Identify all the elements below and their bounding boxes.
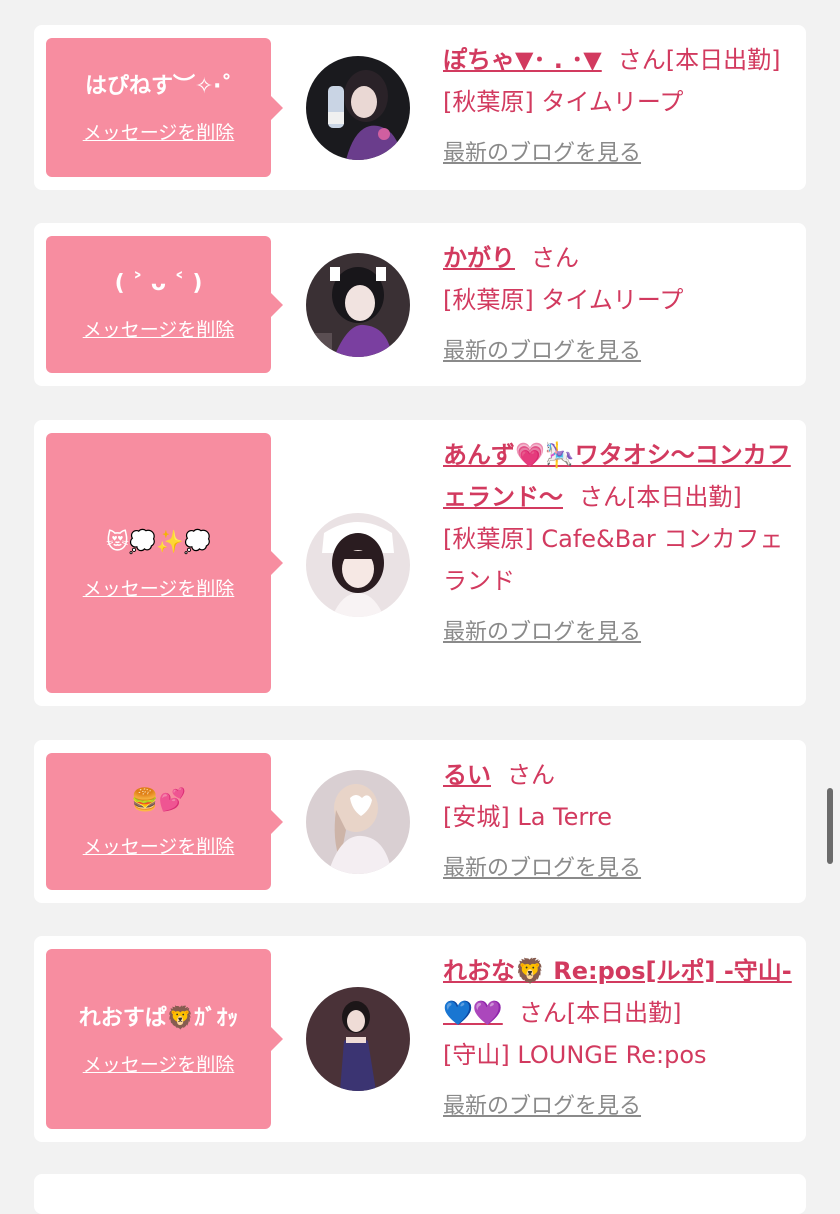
cast-name-line: れおな🦁 Re:pos[ルポ] -守山-💙💜 さん[本日出勤] <box>443 950 793 1034</box>
message-card: 😻💭✨💭 メッセージを削除 あんず💗🎠ワタオシ〜コンカフェランド〜 さん[本日出勤… <box>34 420 806 706</box>
avatar[interactable] <box>306 513 410 617</box>
view-latest-blog-link[interactable]: 最新のブログを見る <box>443 335 641 369</box>
message-card: 🍔💕 メッセージを削除 るい さん [安城] La Terre 最新のブログを見る <box>34 740 806 903</box>
shop-label: [守山] LOUNGE Re:pos <box>443 1041 707 1069</box>
message-text: はぴねす︶✧‧˚ <box>84 74 233 99</box>
message-card: ( ˃ ᴗ ˂ ) メッセージを削除 かがり さん [秋葉原] タイムリープ 最新… <box>34 223 806 386</box>
cast-name-link[interactable]: かがり <box>443 244 515 272</box>
cast-name-line: るい さん <box>443 754 793 796</box>
honorific: さん <box>531 244 579 272</box>
message-bubble: れおすぱ🦁ｶﾞｵｯ メッセージを削除 <box>46 949 283 1129</box>
message-bubble: 😻💭✨💭 メッセージを削除 <box>46 433 283 693</box>
avatar[interactable] <box>306 56 410 160</box>
scrollbar[interactable] <box>827 788 833 864</box>
delete-message-link[interactable]: メッセージを削除 <box>83 118 235 145</box>
message-card <box>34 1174 806 1214</box>
message-bubble: ( ˃ ᴗ ˂ ) メッセージを削除 <box>46 236 283 373</box>
cast-name-link[interactable]: ぽちゃ▼･ . ･▼ <box>443 46 602 74</box>
view-latest-blog-link[interactable]: 最新のブログを見る <box>443 616 641 650</box>
honorific: さん <box>617 46 666 74</box>
message-bubble: はぴねす︶✧‧˚ メッセージを削除 <box>46 38 283 177</box>
cast-info: るい さん [安城] La Terre 最新のブログを見る <box>443 754 793 888</box>
message-bubble: 🍔💕 メッセージを削除 <box>46 753 283 890</box>
honorific: さん <box>518 999 567 1027</box>
delete-message-link[interactable]: メッセージを削除 <box>83 315 235 342</box>
view-latest-blog-link[interactable]: 最新のブログを見る <box>443 852 641 886</box>
avatar[interactable] <box>306 253 410 357</box>
delete-message-link[interactable]: メッセージを削除 <box>83 832 235 859</box>
message-card: はぴねす︶✧‧˚ メッセージを削除 ぽちゃ▼･ . ･▼ さん[本日出勤] [秋葉… <box>34 25 806 190</box>
view-latest-blog-link[interactable]: 最新のブログを見る <box>443 1090 641 1124</box>
cast-info: かがり さん [秋葉原] タイムリープ 最新のブログを見る <box>443 237 793 371</box>
message-card: れおすぱ🦁ｶﾞｵｯ メッセージを削除 れおな🦁 Re:pos[ルポ] -守山-💙… <box>34 936 806 1142</box>
message-text: 😻💭✨💭 <box>105 529 212 555</box>
shop-label: [秋葉原] Cafe&Bar コンカフェランド <box>443 525 784 595</box>
cast-info: あんず💗🎠ワタオシ〜コンカフェランド〜 さん[本日出勤] [秋葉原] Cafe&B… <box>443 434 793 652</box>
shop-label: [安城] La Terre <box>443 803 612 831</box>
cast-name-line: かがり さん <box>443 237 793 279</box>
avatar[interactable] <box>306 987 410 1091</box>
view-latest-blog-link[interactable]: 最新のブログを見る <box>443 137 641 171</box>
message-text: 🍔💕 <box>131 788 186 813</box>
delete-message-link[interactable]: メッセージを削除 <box>83 574 235 601</box>
cast-name-link[interactable]: るい <box>443 761 491 789</box>
attendance-tag: [本日出勤] <box>566 999 682 1027</box>
cast-name-line: あんず💗🎠ワタオシ〜コンカフェランド〜 さん[本日出勤] <box>443 434 793 518</box>
cast-info: ぽちゃ▼･ . ･▼ さん[本日出勤] [秋葉原] タイムリープ 最新のブログを見… <box>443 39 793 173</box>
shop-label: [秋葉原] タイムリープ <box>443 88 684 116</box>
shop-label: [秋葉原] タイムリープ <box>443 286 684 314</box>
cast-name-line: ぽちゃ▼･ . ･▼ さん[本日出勤] <box>443 39 793 81</box>
delete-message-link[interactable]: メッセージを削除 <box>83 1050 235 1077</box>
attendance-tag: [本日出勤] <box>665 46 781 74</box>
message-text: れおすぱ🦁ｶﾞｵｯ <box>78 1005 239 1031</box>
message-text: ( ˃ ᴗ ˂ ) <box>114 271 203 296</box>
attendance-tag: [本日出勤] <box>627 483 742 511</box>
honorific: さん <box>507 761 555 789</box>
avatar[interactable] <box>306 770 410 874</box>
honorific: さん <box>579 483 627 511</box>
cast-info: れおな🦁 Re:pos[ルポ] -守山-💙💜 さん[本日出勤] [守山] LOUN… <box>443 950 793 1126</box>
